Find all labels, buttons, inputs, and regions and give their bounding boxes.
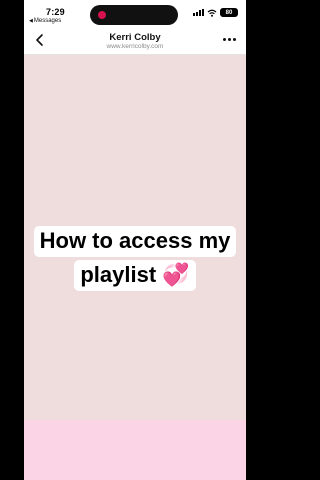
back-triangle-icon: ◀ — [29, 18, 33, 24]
recording-indicator — [98, 11, 106, 19]
back-to-messages[interactable]: ◀Messages — [29, 18, 61, 24]
caption-line-2: playlist 💞 — [74, 260, 196, 291]
page-title: Kerri Colby — [109, 32, 161, 43]
page-url: www.kerricolby.com — [106, 43, 164, 50]
back-app-label: Messages — [33, 18, 62, 24]
status-time: 7:29 — [46, 7, 65, 17]
battery-icon: 80 — [220, 8, 238, 17]
signal-icon — [193, 9, 204, 16]
caption-line-1: How to access my — [33, 226, 237, 257]
status-bar: 7:29 ◀Messages 80 — [24, 0, 246, 28]
nav-bar: Kerri Colby www.kerricolby.com — [24, 28, 246, 55]
footer-band — [24, 420, 246, 480]
video-caption: How to access my playlist 💞 — [0, 226, 270, 291]
wifi-icon — [207, 9, 217, 17]
status-icons: 80 — [193, 8, 238, 17]
dynamic-island — [90, 5, 178, 25]
more-icon[interactable] — [223, 38, 236, 41]
